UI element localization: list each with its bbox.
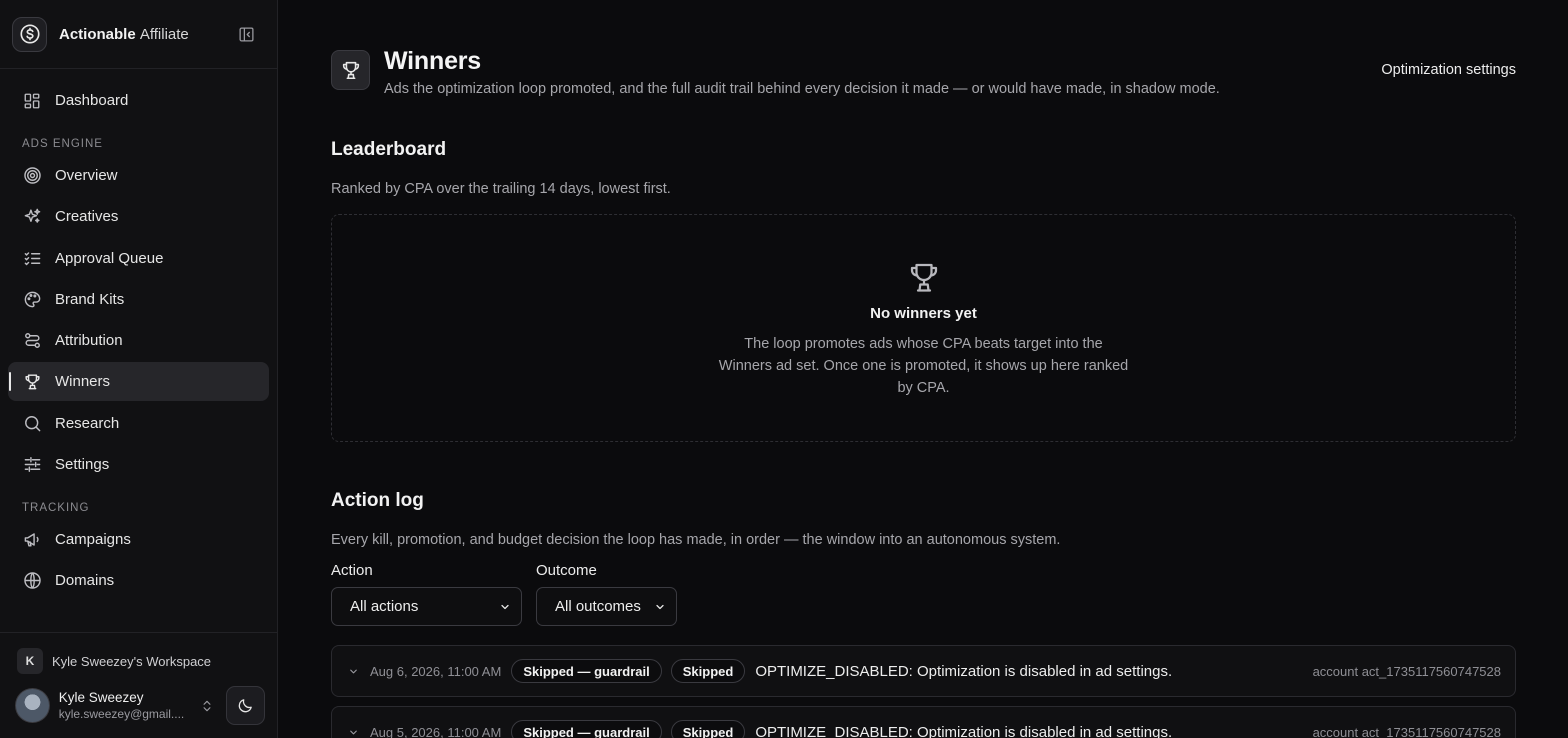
- moon-icon: [237, 697, 254, 714]
- sidebar-item-domains[interactable]: Domains: [8, 561, 269, 600]
- log-message: OPTIMIZE_DISABLED: Optimization is disab…: [755, 723, 1173, 738]
- sidebar: Actionable Affiliate Dashboard ADS ENGIN…: [0, 0, 278, 738]
- main-content: Winners Ads the optimization loop promot…: [278, 0, 1568, 738]
- theme-toggle-button[interactable]: [226, 686, 266, 725]
- page-title: Winners: [384, 47, 482, 75]
- sidebar-item-label: Campaigns: [55, 531, 131, 549]
- sidebar-item-approval-queue[interactable]: Approval Queue: [8, 239, 269, 278]
- target-icon: [22, 166, 42, 186]
- sparkles-icon: [22, 207, 42, 227]
- page-header: Winners Ads the optimization loop promot…: [331, 47, 1220, 97]
- page-subtitle: Ads the optimization loop promoted, and …: [384, 81, 1220, 97]
- sidebar-item-label: Attribution: [55, 332, 123, 350]
- chevron-down-icon: [499, 601, 511, 613]
- sliders-icon: [22, 455, 42, 475]
- outcome-badge: Skipped: [670, 659, 746, 683]
- trophy-icon: [22, 372, 42, 392]
- workspace-switcher[interactable]: K Kyle Sweezey's Workspace: [0, 633, 277, 674]
- action-log-row[interactable]: Aug 5, 2026, 11:00 AM Skipped — guardrai…: [331, 706, 1516, 738]
- sidebar-item-label: Winners: [55, 373, 111, 391]
- user-name: Kyle Sweezey: [58, 690, 144, 705]
- section-label-ads-engine: ADS ENGINE: [22, 138, 103, 150]
- log-message: OPTIMIZE_DISABLED: Optimization is disab…: [755, 662, 1173, 680]
- optimization-settings-link[interactable]: Optimization settings: [1381, 62, 1516, 78]
- user-info[interactable]: Kyle Sweezey kyle.sweezey@gmail....: [59, 690, 193, 721]
- workspace-name: Kyle Sweezey's Workspace: [52, 653, 212, 669]
- sidebar-item-label: Domains: [55, 572, 115, 590]
- outcome-select[interactable]: All outcomes: [536, 587, 677, 626]
- search-icon: [22, 413, 42, 433]
- action-log-filters: Action All actions Outcome All outcomes: [331, 562, 691, 626]
- user-email: kyle.sweezey@gmail....: [58, 707, 185, 721]
- brand-name: Actionable Affiliate: [59, 25, 189, 43]
- action-log-row[interactable]: Aug 6, 2026, 11:00 AM Skipped — guardrai…: [331, 645, 1516, 697]
- action-select[interactable]: All actions: [331, 587, 522, 626]
- leaderboard-title: Leaderboard: [331, 139, 447, 160]
- sidebar-item-overview[interactable]: Overview: [8, 156, 269, 195]
- action-badge: Skipped — guardrail: [511, 659, 662, 683]
- action-log-title: Action log: [331, 490, 424, 511]
- dashboard-icon: [22, 91, 42, 111]
- outcome-badge: Skipped: [670, 720, 746, 738]
- dollar-logo-icon[interactable]: [12, 16, 47, 52]
- chevron-down-icon: [654, 601, 666, 613]
- action-filter-label: Action: [331, 562, 373, 579]
- sidebar-item-brand-kits[interactable]: Brand Kits: [8, 280, 269, 319]
- sidebar-item-label: Dashboard: [55, 92, 129, 109]
- sidebar-item-settings[interactable]: Settings: [8, 445, 269, 484]
- chevron-down-icon[interactable]: [347, 726, 359, 738]
- user-menu: Kyle Sweezey kyle.sweezey@gmail....: [0, 686, 277, 725]
- brand-header: Actionable Affiliate: [0, 0, 277, 69]
- sidebar-item-winners[interactable]: Winners: [8, 362, 269, 402]
- trophy-icon: [331, 50, 370, 90]
- trophy-icon: [906, 259, 942, 295]
- outcome-select-value: All outcomes: [555, 598, 641, 615]
- sidebar-item-label: Settings: [55, 456, 110, 474]
- log-account: account act_1735117560747528: [1312, 663, 1501, 679]
- log-timestamp: Aug 5, 2026, 11:00 AM: [370, 724, 502, 738]
- leaderboard-empty-state: No winners yet The loop promotes ads who…: [331, 214, 1516, 442]
- sidebar-item-label: Overview: [55, 167, 118, 184]
- sidebar-item-label: Research: [55, 414, 120, 432]
- checklist-icon: [22, 248, 42, 268]
- sidebar-item-label: Brand Kits: [55, 290, 125, 308]
- empty-state-title: No winners yet: [870, 305, 977, 322]
- sidebar-item-research[interactable]: Research: [8, 404, 269, 443]
- chevron-down-icon[interactable]: [347, 665, 359, 677]
- leaderboard-description: Ranked by CPA over the trailing 14 days,…: [331, 181, 671, 197]
- outcome-filter-label: Outcome: [536, 562, 597, 579]
- sidebar-footer: K Kyle Sweezey's Workspace Kyle Sweezey …: [0, 632, 277, 738]
- sidebar-item-creatives[interactable]: Creatives: [8, 197, 269, 236]
- sidebar-item-campaigns[interactable]: Campaigns: [8, 520, 269, 559]
- sidebar-item-label: Approval Queue: [55, 249, 164, 267]
- avatar[interactable]: [15, 688, 50, 723]
- action-badge: Skipped — guardrail: [511, 720, 662, 738]
- log-timestamp: Aug 6, 2026, 11:00 AM: [370, 663, 502, 679]
- sidebar-nav: Dashboard ADS ENGINE Overview Creatives …: [0, 69, 277, 615]
- action-filter: Action All actions: [331, 562, 522, 626]
- action-select-value: All actions: [350, 598, 419, 615]
- log-account: account act_1735117560747528: [1312, 724, 1501, 738]
- section-label-tracking: TRACKING: [22, 502, 90, 515]
- route-icon: [22, 331, 42, 351]
- megaphone-icon: [22, 530, 42, 550]
- chevrons-up-down-icon[interactable]: [199, 698, 217, 714]
- palette-icon: [22, 289, 42, 309]
- empty-state-description: The loop promotes ads whose CPA beats ta…: [718, 336, 1129, 396]
- sidebar-item-label: Creatives: [55, 208, 119, 226]
- globe-icon: [22, 571, 42, 591]
- sidebar-item-dashboard[interactable]: Dashboard: [8, 81, 269, 120]
- collapse-sidebar-icon[interactable]: [235, 23, 257, 45]
- sidebar-item-attribution[interactable]: Attribution: [8, 321, 269, 360]
- outcome-filter: Outcome All outcomes: [536, 562, 677, 626]
- action-log-description: Every kill, promotion, and budget decisi…: [331, 532, 1061, 548]
- workspace-avatar: K: [17, 648, 43, 674]
